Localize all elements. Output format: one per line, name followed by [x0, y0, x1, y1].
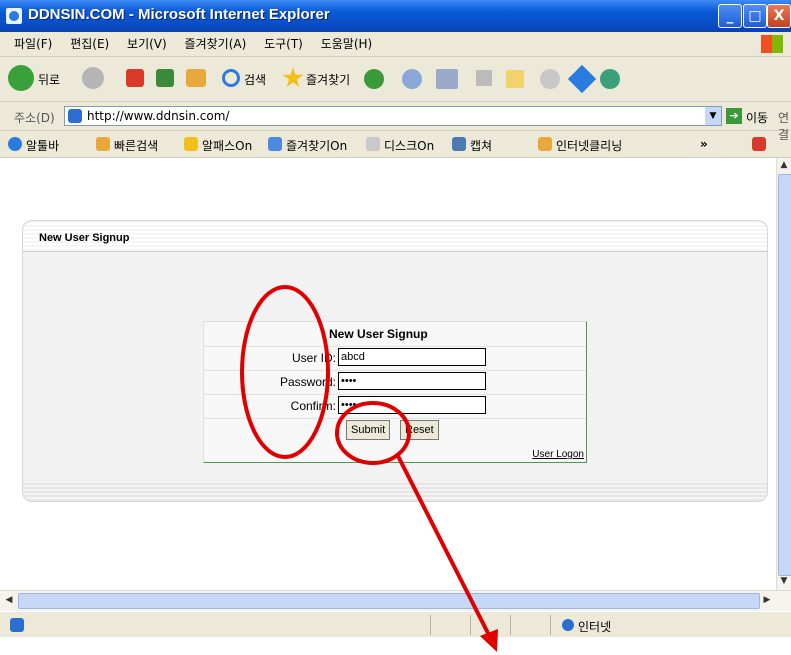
panel-title: New User Signup: [39, 232, 130, 244]
confirm-label: Confirm:: [290, 399, 336, 413]
minimize-button[interactable]: _: [718, 4, 742, 28]
scroll-down-icon[interactable]: ▼: [777, 574, 791, 588]
favorites-star-icon[interactable]: [282, 67, 304, 88]
maximize-button[interactable]: □: [743, 4, 767, 28]
favorites-button-label[interactable]: 즐겨찾기: [306, 71, 350, 88]
status-divider: [550, 615, 551, 635]
browser-window: DDNSIN.COM - Microsoft Internet Explorer…: [0, 0, 791, 637]
forward-icon[interactable]: [82, 67, 104, 89]
user-id-label: User ID:: [291, 351, 336, 365]
history-icon[interactable]: [364, 69, 384, 89]
title-bar: DDNSIN.COM - Microsoft Internet Explorer…: [0, 0, 791, 32]
address-input[interactable]: http://www.ddnsin.com/ ▼: [64, 106, 722, 126]
link-cleaning[interactable]: 인터넷클리닝: [556, 137, 622, 154]
link-quicksearch[interactable]: 빠른검색: [114, 137, 158, 154]
vertical-scroll-thumb[interactable]: [778, 174, 791, 576]
more-chevron-icon[interactable]: »: [700, 137, 708, 151]
translate-icon[interactable]: [752, 137, 766, 151]
edit-icon[interactable]: [476, 70, 492, 86]
link-altoolbar[interactable]: 알툴바: [26, 137, 59, 154]
status-divider: [510, 615, 511, 635]
link-diskon[interactable]: 디스크On: [384, 137, 434, 154]
standard-toolbar: 뒤로 검색 즐겨찾기: [0, 57, 791, 102]
status-page-icon: [10, 618, 24, 632]
back-icon[interactable]: [8, 65, 34, 91]
button-row: Submit Reset: [204, 418, 586, 441]
horizontal-scroll-thumb[interactable]: [18, 593, 760, 609]
user-id-input[interactable]: abcd: [338, 348, 486, 366]
internet-zone-icon: [562, 619, 574, 631]
menu-file[interactable]: 파일(F): [14, 32, 52, 56]
stop-icon[interactable]: [126, 69, 144, 87]
close-button[interactable]: X: [767, 4, 791, 28]
horizontal-scrollbar[interactable]: ◀ ▶: [0, 590, 791, 611]
capture-icon: [452, 137, 466, 151]
link-capture[interactable]: 캡쳐: [470, 137, 492, 154]
menu-tools[interactable]: 도구(T): [264, 32, 303, 56]
alpass-icon: [184, 137, 198, 151]
user-id-row: User ID: abcd: [204, 346, 586, 369]
link-alpass[interactable]: 알패스On: [202, 137, 252, 154]
go-arrow-icon[interactable]: ➔: [726, 108, 742, 124]
address-label: 주소(D): [14, 111, 55, 125]
link-favoriteson[interactable]: 즐겨찾기On: [286, 137, 347, 154]
form-title: New User Signup: [329, 327, 428, 341]
go-button-label[interactable]: 이동: [746, 109, 768, 126]
signup-form: New User Signup User ID: abcd Password: …: [203, 321, 587, 463]
user-logon-link[interactable]: User Logon: [532, 449, 584, 460]
reset-button[interactable]: Reset: [400, 420, 439, 440]
panel-header: New User Signup: [23, 221, 767, 252]
research-icon[interactable]: [567, 64, 597, 94]
panel-footer: [23, 483, 767, 501]
back-button-label[interactable]: 뒤로: [38, 71, 60, 88]
status-bar: 인터넷: [0, 611, 791, 637]
password-label: Password:: [279, 375, 336, 389]
confirm-input[interactable]: ••••: [338, 396, 486, 414]
refresh-icon[interactable]: [156, 69, 174, 87]
notes-icon[interactable]: [506, 70, 524, 88]
menu-favorites[interactable]: 즐겨찾기(A): [185, 32, 247, 56]
submit-button[interactable]: Submit: [346, 420, 391, 440]
messenger-icon[interactable]: [540, 69, 560, 89]
search-icon[interactable]: [222, 69, 240, 87]
signup-panel: New User Signup New User Signup User ID:…: [22, 220, 768, 502]
page-icon: [68, 109, 82, 123]
password-row: Password: ••••: [204, 370, 586, 393]
confirm-row: Confirm: ••••: [204, 394, 586, 417]
scroll-left-icon[interactable]: ◀: [2, 593, 16, 607]
favoriteson-icon: [268, 137, 282, 151]
menu-edit[interactable]: 편집(E): [70, 32, 109, 56]
search-button-label[interactable]: 검색: [244, 71, 266, 88]
status-divider: [470, 615, 471, 635]
vertical-scrollbar[interactable]: ▲ ▼: [776, 158, 791, 590]
security-zone-label: 인터넷: [578, 620, 612, 634]
tools-icon[interactable]: [600, 69, 620, 89]
diskon-icon: [366, 137, 380, 151]
password-input[interactable]: ••••: [338, 372, 486, 390]
altoolbar-icon: [8, 137, 22, 151]
address-url[interactable]: http://www.ddnsin.com/: [87, 109, 229, 123]
address-dropdown-icon[interactable]: ▼: [705, 107, 721, 125]
menu-bar: 파일(F) 편집(E) 보기(V) 즐겨찾기(A) 도구(T) 도움말(H): [0, 32, 791, 57]
menu-help[interactable]: 도움말(H): [321, 32, 373, 56]
windows-logo-icon: [761, 35, 783, 53]
menu-view[interactable]: 보기(V): [127, 32, 167, 56]
mail-icon[interactable]: [402, 69, 422, 89]
address-bar: 주소(D) http://www.ddnsin.com/ ▼ ➔ 이동 연결: [0, 102, 791, 142]
ie-icon: [6, 8, 22, 24]
scroll-up-icon[interactable]: ▲: [777, 158, 791, 172]
links-toolbar: 알툴바 빠른검색 알패스On 즐겨찾기On 디스크On 캡쳐 인터넷클리닝 »: [0, 131, 791, 158]
quicksearch-icon: [96, 137, 110, 151]
home-icon[interactable]: [186, 69, 206, 87]
print-icon[interactable]: [436, 69, 458, 89]
window-title: DDNSIN.COM - Microsoft Internet Explorer: [28, 6, 330, 23]
status-divider: [430, 615, 431, 635]
page-content: New User Signup New User Signup User ID:…: [0, 158, 776, 590]
scroll-right-icon[interactable]: ▶: [760, 593, 774, 607]
cleaning-icon: [538, 137, 552, 151]
